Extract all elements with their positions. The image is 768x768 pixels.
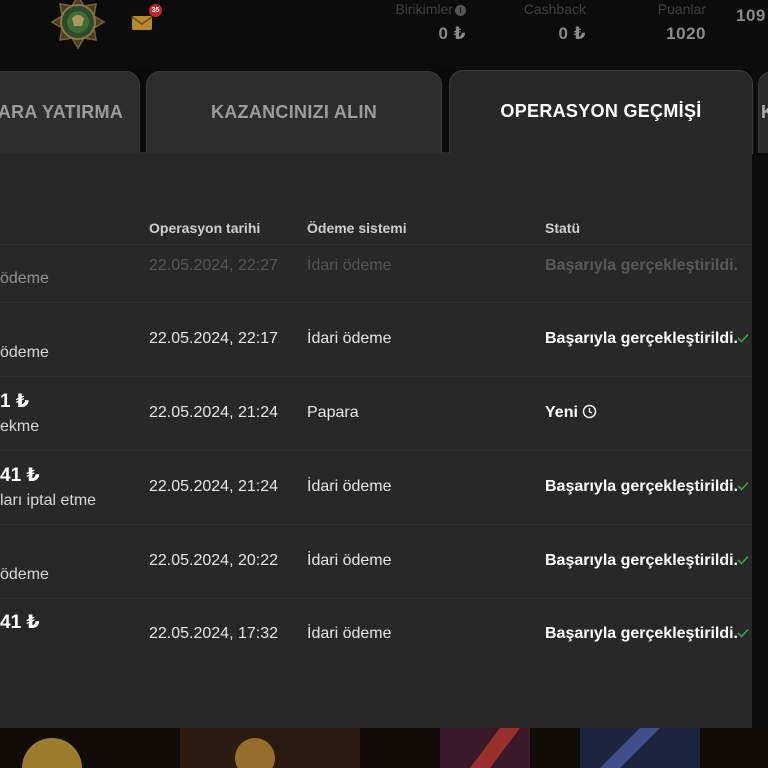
stat-cashback: Cashback 0 ₺ [510,0,586,50]
row-type: ları iptal etme [0,492,97,509]
row-divider [0,376,752,377]
stat-savings-label: Birikimler [395,1,453,17]
stat-points-label: Puanlar [657,1,706,17]
row-type: ödeme [0,344,49,361]
row-payment-system: İdari ödeme [307,552,392,569]
row-date: 22.05.2024, 17:32 [149,625,279,642]
row-date: 22.05.2024, 20:22 [149,552,279,569]
row-type: ödeme [0,270,49,287]
header-divider [0,244,752,245]
row-amount: 1 ₺ [0,391,30,412]
row-amount: 41 ₺ [0,612,40,633]
row-payment-system: İdari ödeme [307,478,392,495]
stat-points: Puanlar 1020 [640,0,706,50]
tab-next[interactable]: K [758,71,768,153]
stat-extra: 109 [736,0,768,50]
check-icon [737,333,749,343]
row-date: 22.05.2024, 22:17 [149,330,279,347]
mail-count-badge: 35 [149,4,162,17]
row-status: Başarıyla gerçekleştirildi. [545,625,738,642]
compass-emblem-icon[interactable] [50,0,106,50]
column-header-status: Statü [545,220,580,236]
game-thumbnails-strip [0,728,768,768]
tab-next-label: K [761,102,768,122]
row-payment-system: Papara [307,404,359,421]
row-status: Başarıyla gerçekleştirildi. [545,478,738,495]
column-header-payment-system: Ödeme sistemi [307,220,407,236]
check-icon [737,481,749,491]
stat-cashback-value: 0 ₺ [558,24,586,43]
stat-extra-value: 109 [736,6,766,25]
row-status: Başarıyla gerçekleştirildi. [545,552,738,569]
stat-savings-value: 0 ₺ [438,24,466,43]
stat-savings: Birikimler i 0 ₺ [380,0,466,50]
tab-withdraw[interactable]: KAZANCINIZI ALIN [146,71,442,153]
tab-deposit-label: PARA YATIRMA [0,102,124,122]
row-type: ekme [0,418,40,435]
stat-points-value: 1020 [666,24,706,43]
top-bar: 35 Birikimler i 0 ₺ Cashback 0 ₺ Puanlar … [0,0,768,70]
row-date: 22.05.2024, 21:24 [149,404,279,421]
row-payment-system: İdari ödeme [307,330,392,347]
info-icon[interactable]: i [455,5,466,16]
row-divider [0,524,752,525]
row-status: Başarıyla gerçekleştirildi. [545,257,738,274]
row-date: 22.05.2024, 22:27 [149,257,279,274]
row-payment-system: İdari ödeme [307,257,392,274]
tab-operation-history[interactable]: OPERASYON GEÇMİŞİ [449,70,753,154]
row-amount: 41 ₺ [0,465,40,486]
row-payment-system: İdari ödeme [307,625,392,642]
right-edge-strip [752,70,768,750]
check-icon [737,555,749,565]
tab-deposit[interactable]: PARA YATIRMA [0,71,140,153]
game-thumbnails-art [0,728,768,768]
tab-withdraw-label: KAZANCINIZI ALIN [210,102,378,122]
check-icon [737,628,749,638]
row-status: Yeni [545,404,578,421]
row-type: ödeme [0,566,49,583]
row-status: Başarıyla gerçekleştirildi. [545,330,738,347]
column-header-date: Operasyon tarihi [149,220,261,236]
row-divider [0,302,752,303]
row-divider [0,450,752,451]
clock-icon [582,404,597,419]
row-divider [0,598,752,599]
row-date: 22.05.2024, 21:24 [149,478,279,495]
stat-cashback-label: Cashback [523,1,586,17]
tab-history-label: OPERASYON GEÇMİŞİ [500,101,702,121]
